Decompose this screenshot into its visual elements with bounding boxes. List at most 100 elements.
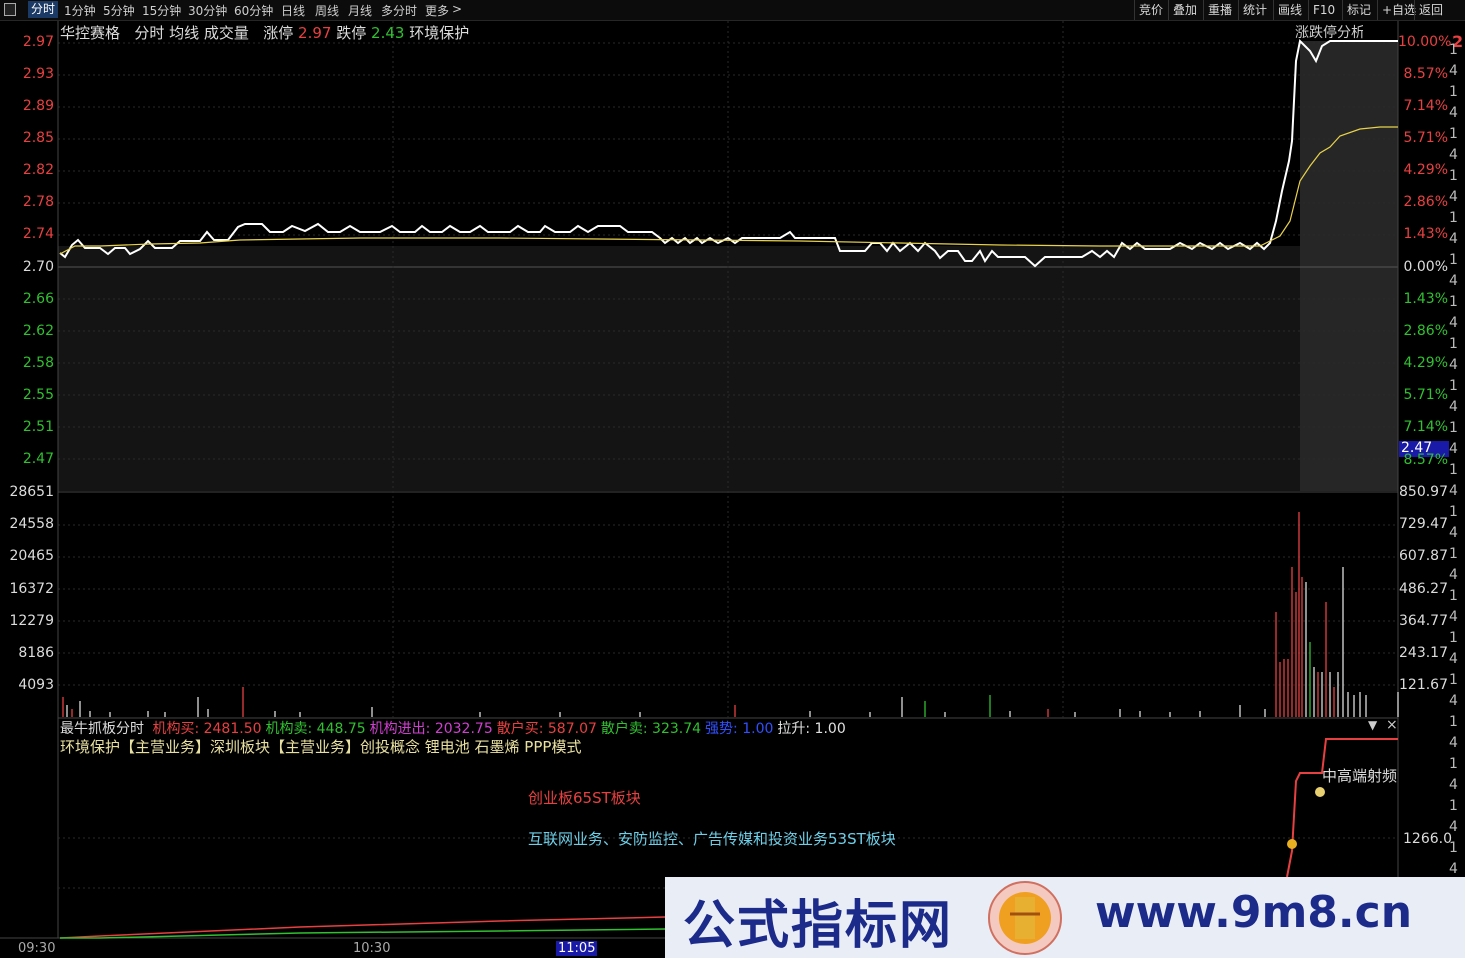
volume-tick: 12279 — [9, 613, 54, 629]
watermark-banner: 公式指标网 www.9m8.cn — [665, 877, 1465, 958]
chevron-down-icon[interactable]: ▼ — [1368, 718, 1377, 732]
header-volume[interactable]: 成交量 — [204, 24, 249, 42]
volume-tick: 28651 — [9, 484, 54, 500]
time-label-1030: 10:30 — [353, 941, 391, 956]
current-price-tag: 2.47 — [1401, 440, 1433, 456]
indicator-item: 机构卖: 448.75 — [265, 721, 366, 737]
tab-multi[interactable]: 多分时 — [381, 2, 417, 19]
percent-tick: 1.43% — [1403, 291, 1448, 307]
volume-tick: 850.97 — [1399, 484, 1448, 500]
price-tick: 2.78 — [22, 194, 54, 210]
time-cursor-label: 11:05 — [556, 941, 598, 956]
volume-tick: 16372 — [9, 581, 54, 597]
money-bag-icon — [1315, 787, 1325, 797]
btn-overlay[interactable]: 叠加 — [1168, 0, 1201, 20]
btn-draw[interactable]: 画线 — [1273, 0, 1306, 20]
volume-tick: 729.47 — [1399, 516, 1448, 532]
signal-label: 中高端射频 — [1322, 767, 1398, 785]
volume-tick: 20465 — [9, 548, 54, 564]
concept-label: 环境保护 — [409, 24, 470, 42]
price-tick: 2.51 — [22, 419, 54, 435]
watermark-logo — [988, 881, 1062, 955]
indicator-item: 强势: 1.00 — [705, 721, 774, 737]
volume-tick: 486.27 — [1399, 581, 1448, 597]
tab-1min[interactable]: 1分钟 — [64, 2, 96, 19]
close-icon[interactable]: × — [1386, 717, 1398, 733]
percent-tick: 2.86% — [1403, 194, 1448, 210]
limit-analysis-label[interactable]: 涨跌停分析 — [1295, 22, 1363, 42]
percent-tick: 8.57% — [1403, 66, 1448, 82]
tab-monthly[interactable]: 月线 — [348, 2, 372, 19]
price-tick: 2.89 — [22, 98, 54, 114]
percent-tick: 0.00% — [1403, 259, 1448, 275]
header-avg[interactable]: 均线 — [169, 24, 199, 42]
sector-tags: 环境保护【主营业务】深圳板块【主营业务】创投概念 锂电池 石墨烯 PPP模式 — [60, 738, 582, 756]
limit-down-label: 跌停 — [336, 24, 367, 42]
limit-up-label: 涨停 — [263, 24, 294, 42]
stock-name: 华控赛格 — [60, 24, 121, 42]
percent-tick: 5.71% — [1403, 387, 1448, 403]
indicator-item: 散户卖: 323.74 — [600, 721, 702, 737]
percent-tick: 7.14% — [1403, 419, 1448, 435]
time-label-open: 09:30 — [18, 941, 56, 956]
note-business: 互联网业务、安防监控、广告传媒和投资业务53ST板块 — [528, 830, 896, 848]
indicator-item: 机构买: 2481.50 — [152, 721, 262, 737]
price-tick: 2.47 — [22, 451, 54, 467]
price-tick: 2.62 — [22, 323, 54, 339]
tab-weekly[interactable]: 周线 — [315, 2, 339, 19]
percent-tick: 7.14% — [1403, 98, 1448, 114]
tab-fenshi[interactable]: 分时 — [28, 1, 59, 18]
volume-tick: 364.77 — [1399, 613, 1448, 629]
chart-header: 华控赛格 分时 均线 成交量 涨停 2.97 跌停 2.43 环境保护 — [60, 22, 469, 43]
signal-dot — [1287, 839, 1297, 849]
btn-back[interactable]: 返回 — [1414, 0, 1447, 20]
indicator-right-value: 1266.0 — [1403, 831, 1452, 847]
price-tick: 2.93 — [22, 66, 54, 82]
volume-tick: 8186 — [18, 645, 54, 661]
limit-down-value: 2.43 — [371, 24, 405, 42]
btn-replay[interactable]: 重播 — [1203, 0, 1236, 20]
btn-stats[interactable]: 统计 — [1238, 0, 1271, 20]
limit-up-value: 2.97 — [298, 24, 332, 42]
tab-15min[interactable]: 15分钟 — [142, 2, 181, 19]
indicator-red-step — [1286, 738, 1398, 878]
period-toolbar: 分时 1分钟 5分钟 15分钟 30分钟 60分钟 日线 周线 月线 多分时 更… — [0, 0, 1465, 21]
percent-tick: 10.00% — [1398, 34, 1452, 50]
tab-5min[interactable]: 5分钟 — [103, 2, 135, 19]
price-tick: 2.70 — [22, 259, 54, 275]
tab-30min[interactable]: 30分钟 — [188, 2, 227, 19]
indicator-item: 散户买: 587.07 — [496, 721, 597, 737]
indicator-item: 拉升: 1.00 — [777, 721, 846, 737]
side-strip-digits: 1 4 1 4 1 4 1 4 1 4 1 4 1 4 1 4 1 4 1 4 … — [1449, 42, 1458, 877]
indicator-legend: 最牛抓板分时 机构买: 2481.50 机构卖: 448.75 机构进出: 2032… — [60, 718, 846, 738]
tab-more[interactable]: 更多 — [425, 2, 449, 19]
btn-mark[interactable]: 标记 — [1342, 0, 1375, 20]
square-icon[interactable] — [4, 3, 16, 16]
header-fenshi[interactable]: 分时 — [134, 24, 164, 42]
volume-tick: 24558 — [9, 516, 54, 532]
volume-tick: 4093 — [18, 677, 54, 693]
watermark-text: 公式指标网 — [683, 896, 954, 956]
indicator-item: 机构进出: 2032.75 — [369, 721, 493, 737]
tab-60min[interactable]: 60分钟 — [234, 2, 273, 19]
percent-tick: 5.71% — [1403, 130, 1448, 146]
price-tick: 2.55 — [22, 387, 54, 403]
volume-tick: 607.87 — [1399, 548, 1448, 564]
watermark-url: www.9m8.cn — [1095, 887, 1413, 938]
price-tick: 2.58 — [22, 355, 54, 371]
indicator-values: 机构买: 2481.50 机构卖: 448.75 机构进出: 2032.75 散户买:… — [148, 721, 845, 737]
percent-tick: 2.86% — [1403, 323, 1448, 339]
btn-f10[interactable]: F10 — [1308, 0, 1339, 20]
price-tick: 2.97 — [22, 34, 54, 50]
indicator-title[interactable]: 最牛抓板分时 — [60, 721, 144, 737]
percent-tick: 1.43% — [1403, 226, 1448, 242]
note-chinext: 创业板65ST板块 — [528, 789, 641, 807]
price-tick: 2.74 — [22, 226, 54, 242]
side-strip: 1 4 1 4 1 4 1 4 1 4 1 4 1 4 1 4 1 4 1 4 … — [1449, 40, 1465, 910]
volume-tick: 121.67 — [1399, 677, 1448, 693]
btn-auction[interactable]: 竞价 — [1134, 0, 1167, 20]
volume-tick: 243.17 — [1399, 645, 1448, 661]
price-tick: 2.82 — [22, 162, 54, 178]
tab-daily[interactable]: 日线 — [281, 2, 305, 19]
chevron-right-icon[interactable]: > — [452, 2, 462, 16]
